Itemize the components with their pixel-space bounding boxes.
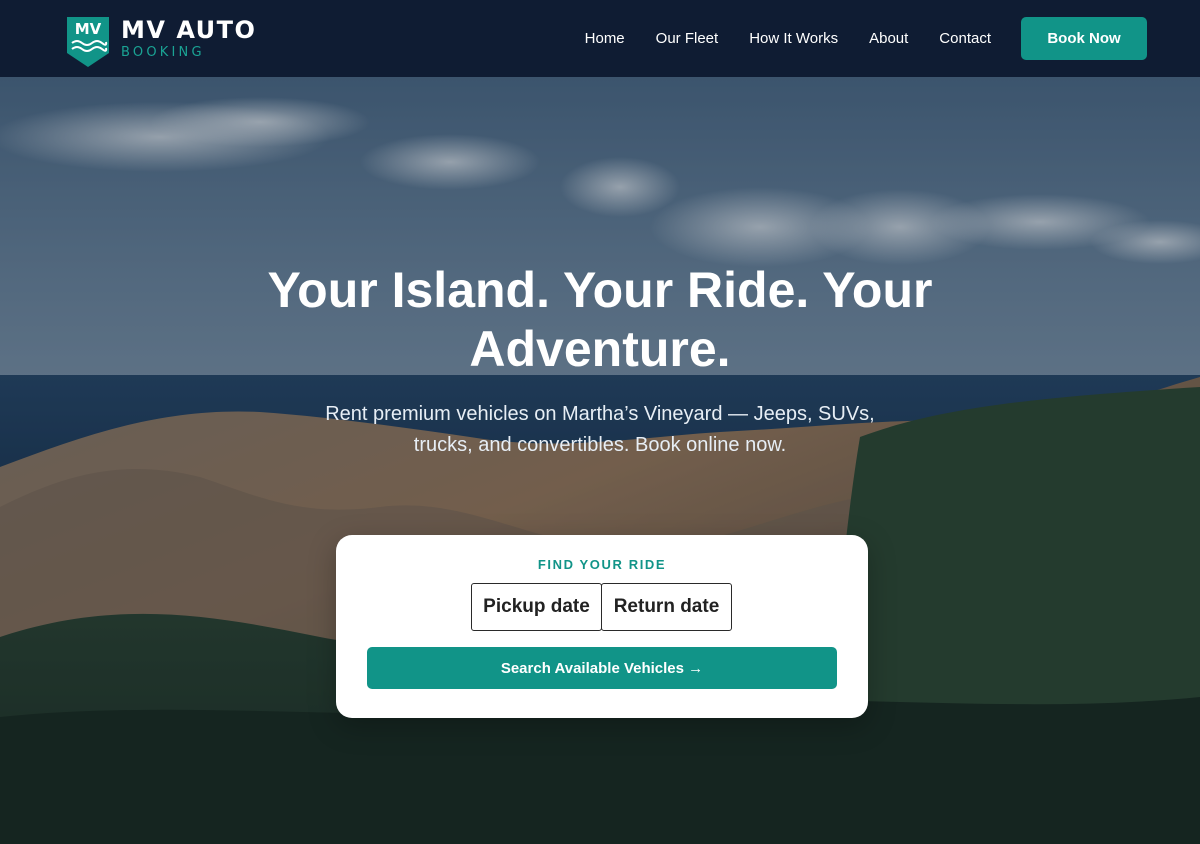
nav-link-contact[interactable]: Contact <box>939 30 991 47</box>
hero-headline-line1: Your Island. Your Ride. Your <box>267 262 933 318</box>
logo-badge-text: MV <box>75 20 102 38</box>
nav-link-home[interactable]: Home <box>585 30 625 47</box>
hero-subheadline-line2: trucks, and convertibles. Book online no… <box>413 434 787 456</box>
hero-subheadline: Rent premium vehicles on Martha’s Vineya… <box>0 399 1200 461</box>
pickup-date-button[interactable]: Pickup date <box>471 583 602 631</box>
return-date-button[interactable]: Return date <box>601 583 732 631</box>
hero-section: Your Island. Your Ride. Your Adventure. … <box>0 77 1200 844</box>
nav-link-our-fleet[interactable]: Our Fleet <box>656 30 719 47</box>
logo-wordmark: MV AUTO BOOKING <box>121 18 256 59</box>
nav-link-about[interactable]: About <box>869 30 908 47</box>
date-picker-row: Pickup date Return date <box>471 583 732 631</box>
hero-subheadline-line1: Rent premium vehicles on Martha’s Vineya… <box>325 403 875 425</box>
search-vehicles-button[interactable]: Search Available Vehicles → <box>367 647 837 689</box>
book-now-button[interactable]: Book Now <box>1021 17 1147 60</box>
logo-tagline: BOOKING <box>121 45 205 60</box>
hero-headline: Your Island. Your Ride. Your Adventure. <box>0 261 1200 379</box>
search-card: FIND YOUR RIDE Pickup date Return date S… <box>336 535 868 718</box>
brand-logo[interactable]: MV MV AUTO BOOKING <box>65 8 256 69</box>
search-card-title: FIND YOUR RIDE <box>537 557 667 572</box>
logo-name: MV AUTO <box>121 16 257 44</box>
top-nav: MV MV AUTO BOOKING Home Our Fleet How It… <box>0 0 1200 77</box>
shield-logo-icon: MV <box>67 17 109 67</box>
main-menu: Home Our Fleet How It Works About Contac… <box>585 30 991 47</box>
nav-link-how-it-works[interactable]: How It Works <box>749 30 838 47</box>
hero-headline-line2: Adventure. <box>469 321 731 377</box>
